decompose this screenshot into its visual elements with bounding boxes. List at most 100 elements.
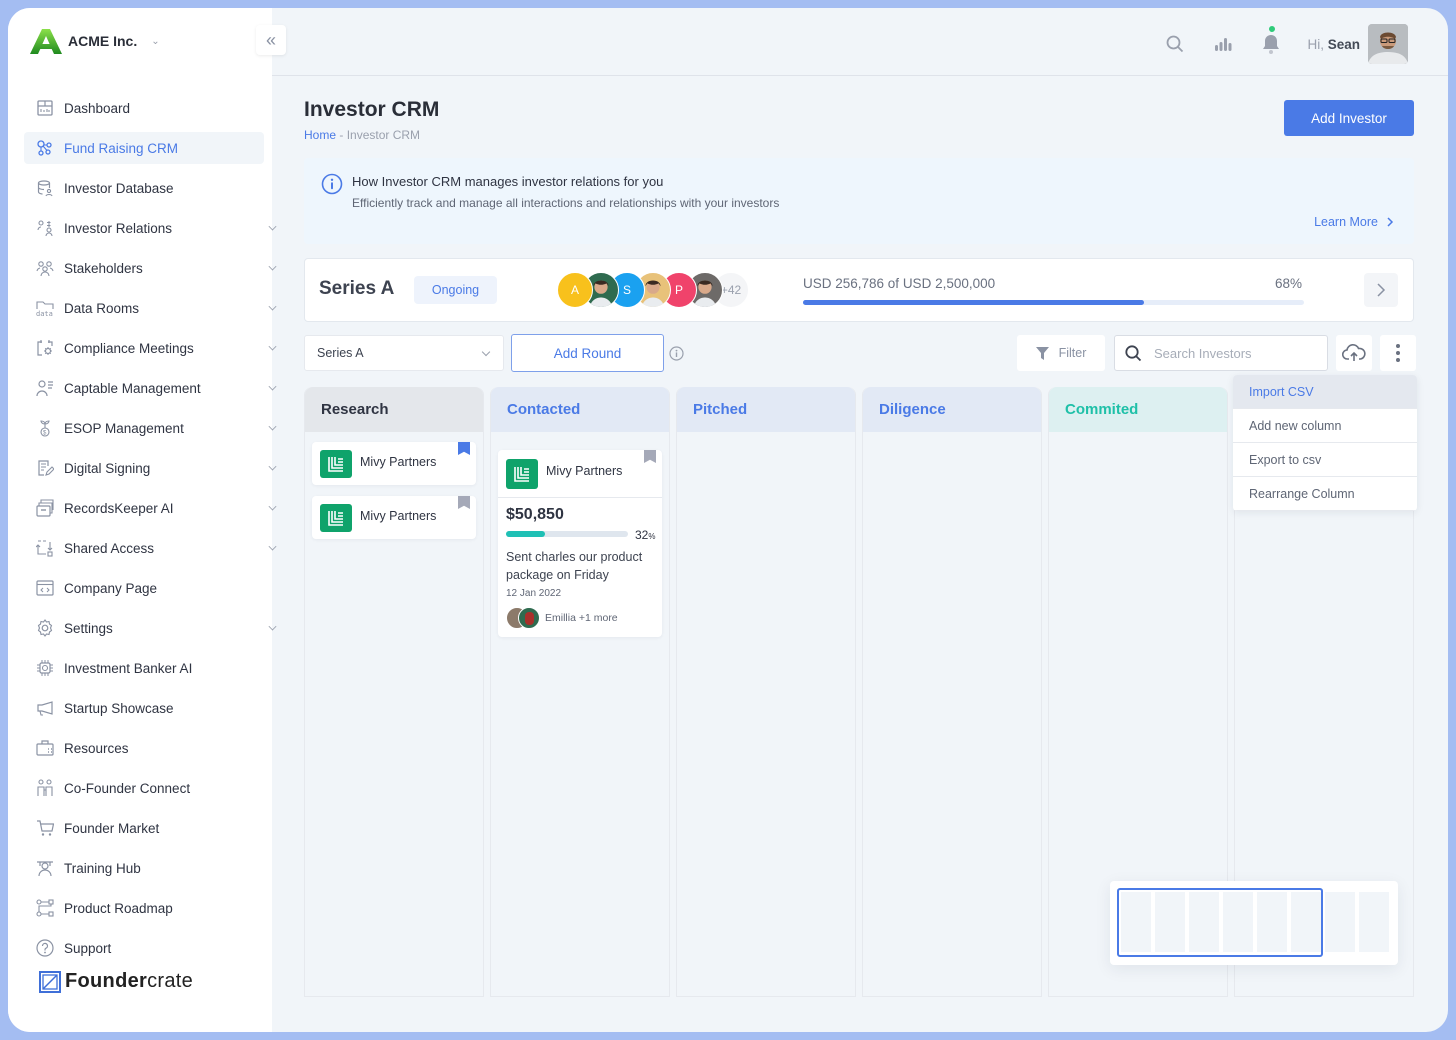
chevron-down-icon[interactable]: [268, 222, 277, 231]
add-round-button[interactable]: Add Round: [511, 334, 664, 372]
deal-amount: $50,850: [506, 506, 564, 523]
round-name: Series A: [319, 278, 395, 299]
search-input[interactable]: [1154, 345, 1304, 361]
menu-item-rearrange-column[interactable]: Rearrange Column: [1233, 477, 1417, 511]
chevron-down-icon[interactable]: [268, 302, 277, 311]
sidebar-item-startup-showcase[interactable]: Startup Showcase: [24, 692, 264, 724]
column-header[interactable]: Commited: [1049, 387, 1227, 432]
sidebar-item-esop-management[interactable]: $ ESOP Management: [24, 412, 277, 444]
sidebar-item-fund-raising-crm[interactable]: Fund Raising CRM: [24, 132, 264, 164]
raised-percent: 68%: [1275, 276, 1303, 291]
sidebar-item-stakeholders[interactable]: Stakeholders: [24, 252, 277, 284]
notifications-button[interactable]: [1259, 26, 1283, 56]
sidebar-item-training-hub[interactable]: Training Hub: [24, 852, 264, 884]
sidebar-item-captable-management[interactable]: Captable Management: [24, 372, 277, 404]
sidebar-item-digital-signing[interactable]: Digital Signing: [24, 452, 277, 484]
shared-access-icon: [36, 539, 54, 557]
chevron-down-icon: [481, 347, 491, 357]
foundercrate-logo: Foundercrate: [39, 970, 193, 993]
sidebar-item-data-rooms[interactable]: data Data Rooms: [24, 292, 277, 324]
learn-more-link[interactable]: Learn More: [1314, 215, 1394, 229]
sidebar-item-label: Resources: [64, 740, 129, 756]
chevron-down-icon[interactable]: [268, 262, 277, 271]
column-header[interactable]: Contacted: [491, 387, 669, 432]
search-investors: [1114, 335, 1328, 371]
column-header[interactable]: Diligence: [863, 387, 1041, 432]
info-banner: How Investor CRM manages investor relati…: [304, 158, 1414, 244]
sidebar-item-label: Stakeholders: [64, 260, 143, 276]
analytics-button[interactable]: [1211, 32, 1235, 56]
column-header[interactable]: Pitched: [677, 387, 855, 432]
round-select[interactable]: Series A: [304, 335, 504, 371]
sidebar-item-product-roadmap[interactable]: Product Roadmap: [24, 892, 264, 924]
company-switcher[interactable]: ACME Inc. ⌄: [30, 28, 160, 54]
investor-card[interactable]: Mivy Partners: [312, 442, 476, 485]
collapse-sidebar-button[interactable]: «: [256, 25, 286, 55]
investor-card-detailed[interactable]: Mivy Partners $50,850 32% Sent charles o…: [498, 450, 662, 637]
sidebar-item-investment-banker-ai[interactable]: Investment Banker AI: [24, 652, 264, 684]
person-avatar: [518, 607, 540, 629]
double-chevron-left-icon: «: [265, 29, 276, 50]
sidebar-item-co-founder-connect[interactable]: Co-Founder Connect: [24, 772, 264, 804]
info-description: Efficiently track and manage all interac…: [352, 196, 780, 210]
sidebar-item-label: Compliance Meetings: [64, 340, 194, 356]
sidebar-item-settings[interactable]: Settings: [24, 612, 277, 644]
mivy-logo-icon: [328, 511, 343, 526]
training-icon: [36, 859, 54, 877]
svg-text:data: data: [36, 310, 53, 317]
sidebar-item-label: Training Hub: [64, 860, 141, 876]
user-greeting: Hi, Sean: [1307, 36, 1360, 52]
board-minimap[interactable]: [1110, 881, 1398, 965]
sidebar-item-founder-market[interactable]: Founder Market: [24, 812, 264, 844]
investor-avatars: A S P +42: [557, 272, 749, 308]
info-icon[interactable]: [669, 346, 684, 361]
user-avatar[interactable]: [1368, 24, 1408, 64]
sidebar-item-dashboard[interactable]: Dashboard: [24, 92, 264, 124]
board-column-pitched: Pitched: [676, 387, 856, 997]
round-summary-card: Series A Ongoing A S P +42 USD 256,786 of U…: [304, 258, 1414, 322]
raised-amount: USD 256,786 of USD 2,500,000: [803, 276, 996, 291]
sidebar-item-compliance-meetings[interactable]: Compliance Meetings: [24, 332, 277, 364]
bookmark-icon[interactable]: [458, 496, 470, 509]
chevron-right-icon: [1387, 217, 1394, 227]
chevron-down-icon[interactable]: [268, 462, 277, 471]
sidebar-item-investor-relations[interactable]: Investor Relations: [24, 212, 277, 244]
minimap-viewport[interactable]: [1117, 888, 1323, 957]
menu-item-export-to-csv[interactable]: Export to csv: [1233, 443, 1417, 477]
column-header[interactable]: Research: [305, 387, 483, 432]
sidebar-item-company-page[interactable]: Company Page: [24, 572, 264, 604]
sidebar-item-investor-database[interactable]: Investor Database: [24, 172, 264, 204]
sidebar-item-support[interactable]: Support: [24, 932, 264, 964]
breadcrumb-home-link[interactable]: Home: [304, 128, 336, 142]
fund-raising-icon: [36, 139, 54, 157]
filter-button[interactable]: Filter: [1017, 335, 1105, 371]
company-name: ACME Inc.: [68, 33, 138, 49]
more-options-button[interactable]: [1380, 335, 1416, 371]
sidebar-item-shared-access[interactable]: Shared Access: [24, 532, 277, 564]
chevron-down-icon[interactable]: [268, 502, 277, 511]
chevron-down-icon[interactable]: [268, 422, 277, 431]
investor-avatar[interactable]: A: [557, 272, 593, 308]
bookmark-icon[interactable]: [644, 450, 656, 463]
search-button[interactable]: [1163, 32, 1187, 56]
menu-item-add-new-column[interactable]: Add new column: [1233, 409, 1417, 443]
investor-name: Mivy Partners: [360, 455, 437, 469]
sidebar-item-resources[interactable]: Resources: [24, 732, 264, 764]
dashboard-icon: [36, 99, 54, 117]
add-investor-button[interactable]: Add Investor: [1284, 100, 1414, 136]
chevron-down-icon[interactable]: [268, 542, 277, 551]
chevron-down-icon[interactable]: [268, 382, 277, 391]
chevron-down-icon[interactable]: [268, 342, 277, 351]
investor-card[interactable]: Mivy Partners: [312, 496, 476, 539]
investor-logo: [320, 504, 352, 532]
bookmark-icon[interactable]: [458, 442, 470, 455]
deal-note: Sent charles our product package on Frid…: [506, 550, 643, 582]
sidebar-item-recordskeeper-ai[interactable]: RecordsKeeper AI: [24, 492, 277, 524]
upload-button[interactable]: [1336, 335, 1372, 371]
menu-item-import-csv[interactable]: Import CSV: [1233, 375, 1417, 409]
chevron-down-icon[interactable]: [268, 622, 277, 631]
database-icon: [36, 179, 54, 197]
next-round-button[interactable]: [1364, 273, 1398, 307]
sidebar-item-label: Digital Signing: [64, 460, 151, 476]
logo-word-bold: Founder: [65, 970, 148, 992]
